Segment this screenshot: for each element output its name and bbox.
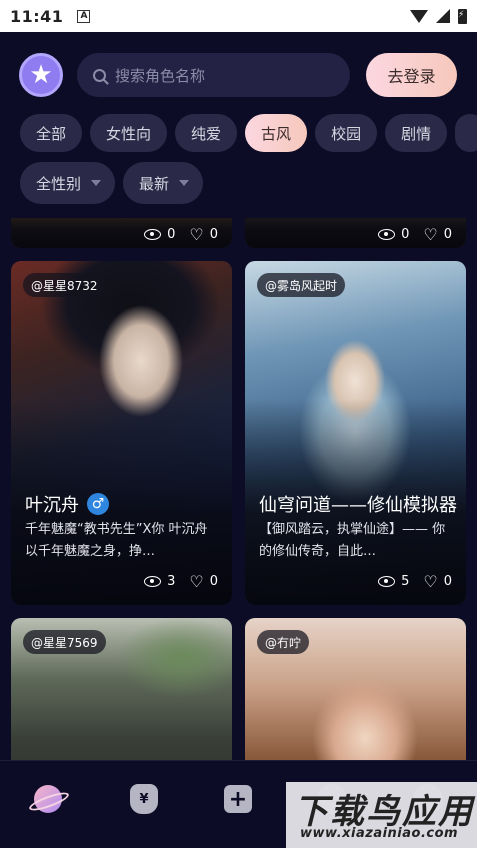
heart-icon[interactable]: ♡ — [423, 572, 437, 591]
author-tag[interactable]: @星星8732 — [23, 273, 106, 297]
watermark: 下载鸟应用 www.xiazainiao.com — [286, 782, 477, 848]
views-icon — [144, 229, 162, 240]
card-stats: 5 ♡ 0 — [378, 572, 452, 591]
character-card[interactable]: @星星8732 叶沉舟 ♂ 千年魅魔“教书先生”X你 叶沉舟以千年魅魔之身，挣…… — [11, 261, 232, 605]
planet-icon — [34, 785, 62, 813]
login-button[interactable]: 去登录 — [366, 53, 457, 97]
nav-discover[interactable] — [30, 781, 66, 817]
character-card[interactable]: @雾岛风起时 仙穹问道——修仙模拟器 【御风踏云，执掌仙途】—— 你的修仙传奇，… — [245, 261, 466, 605]
tab-pure-love[interactable]: 纯爱 — [175, 114, 238, 152]
status-bar: 11:41 A — [0, 0, 477, 32]
nav-create[interactable]: + — [220, 781, 256, 817]
heart-icon[interactable]: ♡ — [189, 225, 203, 244]
signal-icon — [436, 9, 450, 23]
chevron-down-icon — [91, 180, 102, 186]
views-icon — [378, 576, 396, 587]
filter-row: 全性别 最新 — [20, 162, 204, 204]
card-stats: 0 ♡ 0 — [144, 225, 218, 244]
author-tag[interactable]: @雾岛风起时 — [257, 273, 346, 297]
tab-story[interactable]: 剧情 — [385, 114, 448, 152]
search-icon — [93, 68, 106, 82]
nav-wallet[interactable]: ¥ — [126, 781, 162, 817]
character-feed[interactable]: 0 ♡ 0 0 ♡ 0 @星星8732 叶沉舟 ♂ 千年魅魔“教书先生”X你 叶… — [0, 218, 477, 760]
gender-filter-label: 全性别 — [36, 174, 82, 193]
sort-filter-dropdown[interactable]: 最新 — [123, 162, 204, 204]
tab-ancient[interactable]: 古风 — [245, 114, 308, 152]
tab-all[interactable]: 全部 — [20, 114, 83, 152]
likes-count: 0 — [443, 227, 452, 242]
views-icon — [378, 229, 396, 240]
heart-icon[interactable]: ♡ — [189, 572, 203, 591]
search-input[interactable]: 搜索角色名称 — [77, 53, 350, 97]
money-bag-icon: ¥ — [130, 784, 158, 814]
character-card[interactable]: @星星7569 — [11, 618, 232, 760]
wifi-icon — [410, 9, 428, 23]
plus-icon: + — [224, 785, 252, 813]
character-name: 仙穹问道——修仙模拟器 — [259, 491, 457, 517]
tab-more[interactable] — [455, 114, 477, 152]
tab-female[interactable]: 女性向 — [90, 114, 168, 152]
likes-count: 0 — [209, 227, 218, 242]
character-name-text: 仙穹问道——修仙模拟器 — [259, 495, 457, 516]
views-count: 0 — [167, 227, 176, 242]
character-card[interactable]: 0 ♡ 0 — [11, 218, 232, 248]
likes-count: 0 — [443, 574, 452, 589]
views-count: 5 — [401, 574, 410, 589]
views-count: 0 — [401, 227, 410, 242]
author-tag[interactable]: @星星7569 — [23, 630, 106, 654]
tab-campus[interactable]: 校园 — [315, 114, 378, 152]
gender-filter-dropdown[interactable]: 全性别 — [20, 162, 116, 204]
likes-count: 0 — [209, 574, 218, 589]
character-card[interactable]: 0 ♡ 0 — [245, 218, 466, 248]
category-tabs: 全部 女性向 纯爱 古风 校园 剧情 — [20, 114, 477, 152]
search-placeholder: 搜索角色名称 — [115, 66, 206, 85]
status-time: 11:41 — [10, 6, 64, 26]
card-stats: 0 ♡ 0 — [378, 225, 452, 244]
male-gender-icon: ♂ — [87, 493, 109, 515]
watermark-url: www.xiazainiao.com — [300, 826, 459, 841]
author-tag[interactable]: @冇咛 — [257, 630, 310, 654]
views-icon — [144, 576, 162, 587]
notification-icon: A — [77, 9, 91, 23]
card-stats: 3 ♡ 0 — [144, 572, 218, 591]
chevron-down-icon — [179, 180, 190, 186]
character-name-text: 叶沉舟 — [25, 495, 79, 516]
views-count: 3 — [167, 574, 176, 589]
top-header: ★ 搜索角色名称 去登录 — [0, 53, 477, 99]
character-description: 千年魅魔“教书先生”X你 叶沉舟以千年魅魔之身，挣… — [25, 522, 208, 559]
app-logo-icon[interactable]: ★ — [19, 53, 63, 97]
character-description: 【御风踏云，执掌仙途】—— 你的修仙传奇，自此… — [259, 522, 446, 559]
character-name: 叶沉舟 ♂ — [25, 491, 109, 517]
sort-filter-label: 最新 — [139, 174, 170, 193]
character-card[interactable]: @冇咛 — [245, 618, 466, 760]
heart-icon[interactable]: ♡ — [423, 225, 437, 244]
battery-charging-icon — [458, 8, 467, 24]
